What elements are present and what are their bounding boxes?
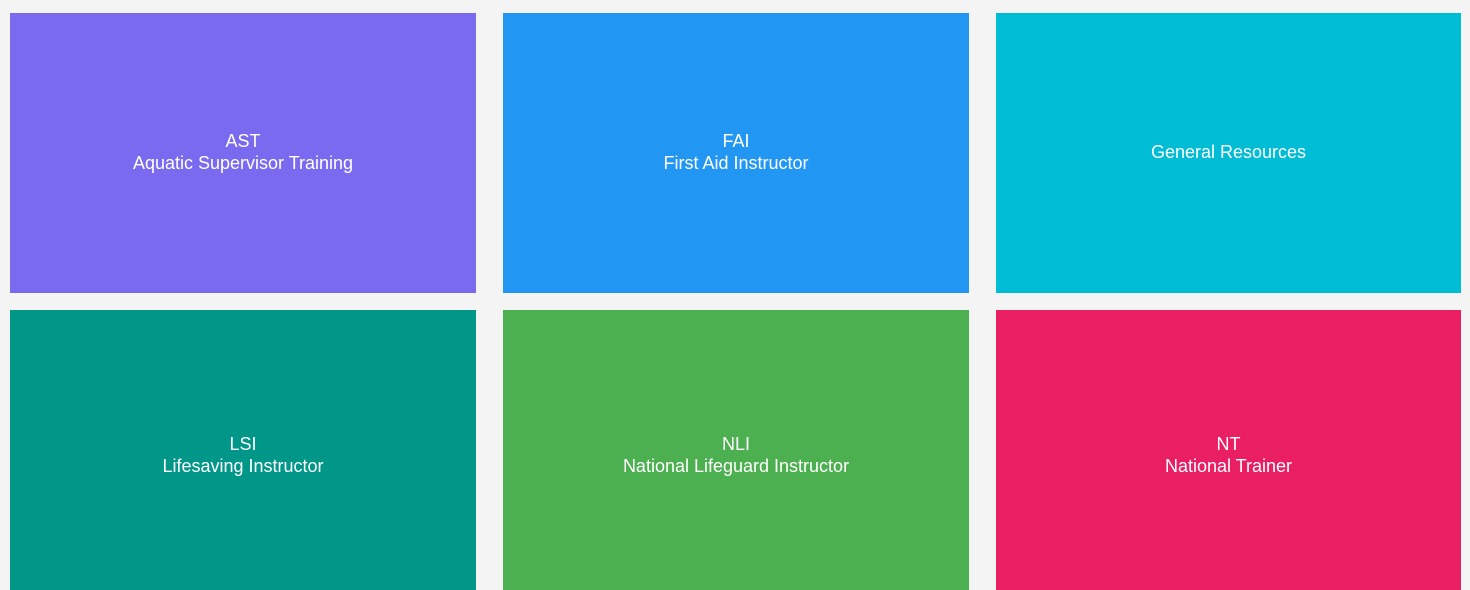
tile-ast[interactable]: AST Aquatic Supervisor Training xyxy=(10,13,476,293)
tile-title: General Resources xyxy=(1150,142,1307,162)
tile-content: AST Aquatic Supervisor Training xyxy=(133,130,353,174)
tile-nt[interactable]: NT National Trainer xyxy=(996,310,1461,590)
tile-title: Aquatic Supervisor Training xyxy=(132,153,354,173)
tile-code: LSI xyxy=(229,434,257,454)
tile-content: General Resources xyxy=(1151,141,1306,163)
tile-title: National Lifeguard Instructor xyxy=(622,456,850,476)
tile-code: AST xyxy=(225,131,261,151)
tile-title: Lifesaving Instructor xyxy=(162,456,324,476)
tile-code: NT xyxy=(1216,434,1241,454)
tile-content: NLI National Lifeguard Instructor xyxy=(623,433,849,477)
tile-fai[interactable]: FAI First Aid Instructor xyxy=(503,13,969,293)
tile-code: FAI xyxy=(722,131,750,151)
tile-content: NT National Trainer xyxy=(1165,433,1292,477)
tile-content: FAI First Aid Instructor xyxy=(663,130,808,174)
tile-code: NLI xyxy=(721,434,750,454)
tile-general-resources[interactable]: General Resources xyxy=(996,13,1461,293)
course-tile-grid: AST Aquatic Supervisor Training FAI Firs… xyxy=(0,0,1470,590)
tile-nli[interactable]: NLI National Lifeguard Instructor xyxy=(503,310,969,590)
tile-content: LSI Lifesaving Instructor xyxy=(162,433,323,477)
tile-lsi[interactable]: LSI Lifesaving Instructor xyxy=(10,310,476,590)
tile-title: First Aid Instructor xyxy=(663,153,809,173)
tile-title: National Trainer xyxy=(1164,456,1293,476)
